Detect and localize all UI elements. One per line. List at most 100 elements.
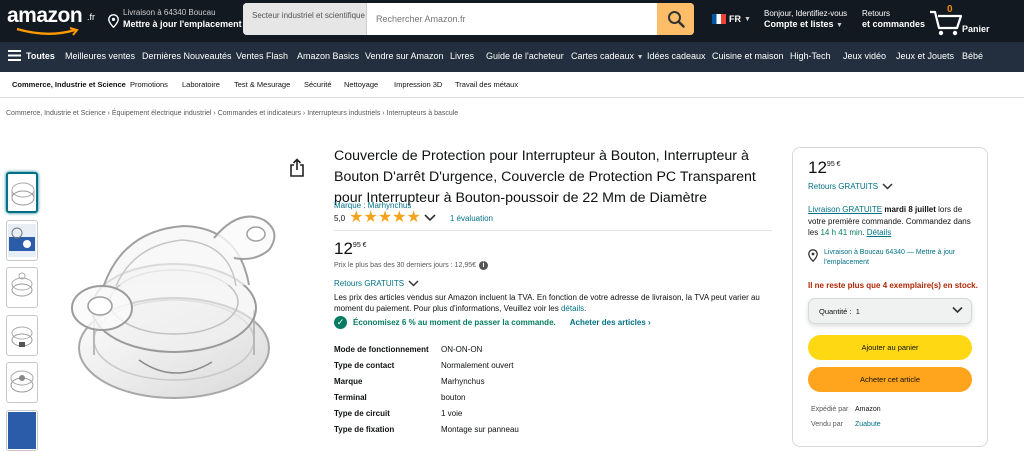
thumbnail-2[interactable] [6,220,38,261]
lowest-price-text: Prix le plus bas des 30 derniers jours :… [334,262,477,269]
thumbnail-4[interactable] [6,315,38,356]
subnav-item-3d[interactable]: Impression 3D [394,80,442,89]
nav-item-buyer-guide[interactable]: Guide de l'acheteur [486,51,564,61]
account-lists: Compte et listes ▼ [764,19,843,29]
cart-label: Panier [962,24,990,34]
delivery-details-link[interactable]: Détails [867,228,891,237]
returns-line2: et commandes [862,19,926,29]
nav-item-kitchen[interactable]: Cuisine et maison [712,51,784,61]
spec-value: Montage sur panneau [441,425,519,434]
main-product-image[interactable] [64,190,294,415]
delivery-location[interactable]: Livraison à Boucau 64340 — Mettre à jour… [808,248,976,267]
thumbnail-3[interactable] [6,267,38,308]
divider [334,230,772,231]
sold-by: Vendu par Zuabute [811,421,881,428]
sold-by-link[interactable]: Zuabute [855,421,881,428]
free-returns-link[interactable]: Retours GRATUITS [334,279,419,288]
shipped-by: Expédié par Amazon [811,406,881,413]
rating-summary: 5,0 ★ ★ ★ ★ ★ 1 évaluation [334,209,493,226]
subnav-item-safety[interactable]: Sécurité [304,80,332,89]
subnav-item-lab[interactable]: Laboratoire [182,80,220,89]
free-returns-label: Retours GRATUITS [334,279,405,288]
location-pin-icon [808,249,818,262]
location-pin-icon [108,14,119,28]
nav-item-sell[interactable]: Vendre sur Amazon [365,51,444,61]
promo-shop-link[interactable]: Acheter des articles › [570,318,651,327]
breadcrumb-item[interactable]: Commerce, Industrie et Science [6,110,106,117]
nav-item-high-tech[interactable]: High-Tech [790,51,831,61]
spec-row: Type de circuit 1 voie [334,409,634,425]
thumbnail-6[interactable] [6,410,38,451]
subnav-item-metal[interactable]: Travail des métaux [455,80,518,89]
price-whole: 12 [808,158,827,177]
search-icon [667,11,685,28]
nav-item-baby[interactable]: Bébé [962,51,983,61]
account-menu[interactable]: Bonjour, Identifiez-vous Compte et liste… [764,9,847,29]
delivery-date: mardi 8 juillet [884,205,936,214]
check-circle-icon: ✓ [334,316,347,329]
buybox-price: 1295 € [808,158,841,178]
deliver-line1: Livraison à 64340 Boucau [123,8,216,17]
search-button[interactable] [657,3,694,35]
search-input[interactable] [367,3,657,35]
buy-now-button[interactable]: Acheter cet article [808,367,972,392]
search-category-select[interactable]: Secteur industriel et scientifique [243,3,367,35]
logo-text: amazon [7,4,83,27]
info-icon[interactable]: i [479,261,489,270]
nav-item-flash-sales[interactable]: Ventes Flash [236,51,288,61]
caret-down-icon: ▼ [636,54,644,61]
cart-count: 0 [947,4,953,15]
chevron-down-icon [408,280,419,287]
share-icon[interactable] [288,158,306,178]
spec-key: Marque [334,377,363,386]
nav-item-video-games[interactable]: Jeux vidéo [843,51,886,61]
breadcrumb: Commerce, Industrie et Science › Équipem… [6,110,459,117]
breadcrumb-item[interactable]: Interrupteurs industriels [307,110,380,117]
all-menu-button[interactable]: Toutes [8,50,55,61]
subnav-item-industry[interactable]: Commerce, Industrie et Science [12,80,126,89]
spec-value: Marhynchus [441,377,485,386]
language-selector[interactable]: FR ▼ [712,14,751,24]
thumbnail-5[interactable] [6,362,38,403]
breadcrumb-item[interactable]: Commandes et indicateurs [218,110,301,117]
star-icon: ★ [349,209,364,226]
spec-value: Normalement ouvert [441,361,514,370]
rating-count-link[interactable]: 1 évaluation [450,214,493,223]
cart-button[interactable]: 0 Panier [929,4,990,38]
cart-icon [930,10,963,36]
product-price: 1295 € [334,239,367,259]
tva-notice: Les prix des articles vendus sur Amazon … [334,293,760,313]
nav-item-toys[interactable]: Jeux et Jouets [896,51,954,61]
thumbnail-1[interactable] [6,172,38,213]
smile-arrow-icon [16,27,79,36]
quantity-select[interactable]: Quantité : 1 [808,298,972,324]
chevron-down-icon[interactable] [424,214,436,222]
returns-orders[interactable]: Retours et commandes [862,9,925,29]
spec-key: Mode de fonctionnement [334,345,429,354]
breadcrumb-item[interactable]: Interrupteurs à bascule [387,110,459,117]
star-rating[interactable]: ★ ★ ★ ★ ★ [349,209,421,226]
breadcrumb-item[interactable]: Équipement électrique industriel [112,110,212,117]
returns-line1: Retours [862,9,891,18]
free-delivery-link[interactable]: Livraison GRATUITE [808,205,882,214]
main-nav: Toutes Meilleures ventes Dernières Nouve… [0,42,1024,72]
spec-key: Type de contact [334,361,395,370]
nav-item-new-releases[interactable]: Dernières Nouveautés [142,51,232,61]
location-text: Livraison à Boucau 64340 — Mettre à jour… [824,249,956,266]
hamburger-icon [8,50,21,61]
subnav-item-test[interactable]: Test & Mesurage [234,80,290,89]
amazon-logo[interactable]: amazon .fr [7,4,99,36]
nav-item-best-sellers[interactable]: Meilleures ventes [65,51,135,61]
star-icon: ★ [406,209,421,226]
subnav-item-promotions[interactable]: Promotions [130,80,168,89]
price-fraction: 95 [826,161,835,168]
nav-item-books[interactable]: Livres [450,51,474,61]
language-label: FR [729,14,741,24]
buybox-free-returns[interactable]: Retours GRATUITS [808,182,893,191]
nav-item-gift-cards[interactable]: Cartes cadeaux ▼ [571,51,644,61]
subnav-item-cleaning[interactable]: Nettoyage [344,80,378,89]
add-to-cart-button[interactable]: Ajouter au panier [808,335,972,360]
nav-item-gift-ideas[interactable]: Idées cadeaux [647,51,706,61]
tva-details-link[interactable]: détails [561,304,584,313]
nav-item-amazon-basics[interactable]: Amazon Basics [297,51,359,61]
